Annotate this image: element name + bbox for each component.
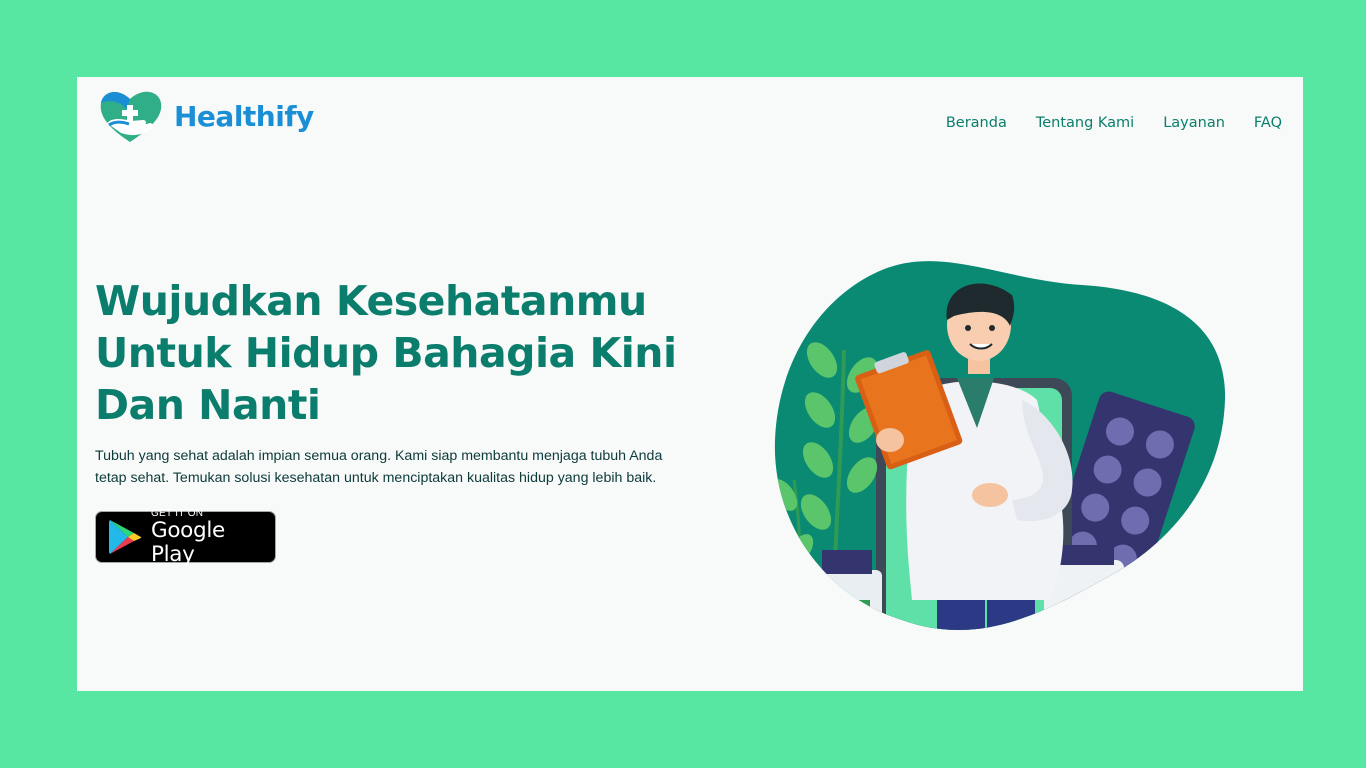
landing-page: Healthify Beranda Tentang Kami Layanan F… bbox=[77, 77, 1303, 691]
brand-name: Healthify bbox=[174, 99, 314, 133]
hero-title-line-1: Wujudkan Kesehatanmu bbox=[95, 277, 647, 325]
hero-title: Wujudkan Kesehatanmu Untuk Hidup Bahagia… bbox=[95, 275, 715, 431]
store-button-label: Google Play bbox=[150, 517, 225, 567]
nav-tentang-kami[interactable]: Tentang Kami bbox=[1036, 115, 1134, 131]
main-nav: Beranda Tentang Kami Layanan FAQ bbox=[946, 115, 1282, 131]
nav-layanan[interactable]: Layanan bbox=[1163, 115, 1225, 131]
brand-logo[interactable]: Healthify bbox=[97, 87, 314, 145]
heart-hand-cross-icon bbox=[100, 91, 162, 142]
hero-title-line-2: Untuk Hidup Bahagia Kini bbox=[95, 329, 677, 377]
doctor-with-clipboard-illustration bbox=[774, 261, 1226, 631]
nav-faq[interactable]: FAQ bbox=[1254, 115, 1282, 131]
google-play-button[interactable]: GET IT ON Google Play bbox=[95, 507, 276, 566]
hero-description: Tubuh yang sehat adalah impian semua ora… bbox=[95, 448, 663, 486]
store-button-caption: GET IT ON bbox=[150, 507, 204, 519]
hero-title-line-3: Dan Nanti bbox=[95, 381, 321, 429]
google-play-icon bbox=[108, 520, 142, 554]
nav-beranda[interactable]: Beranda bbox=[946, 115, 1007, 131]
